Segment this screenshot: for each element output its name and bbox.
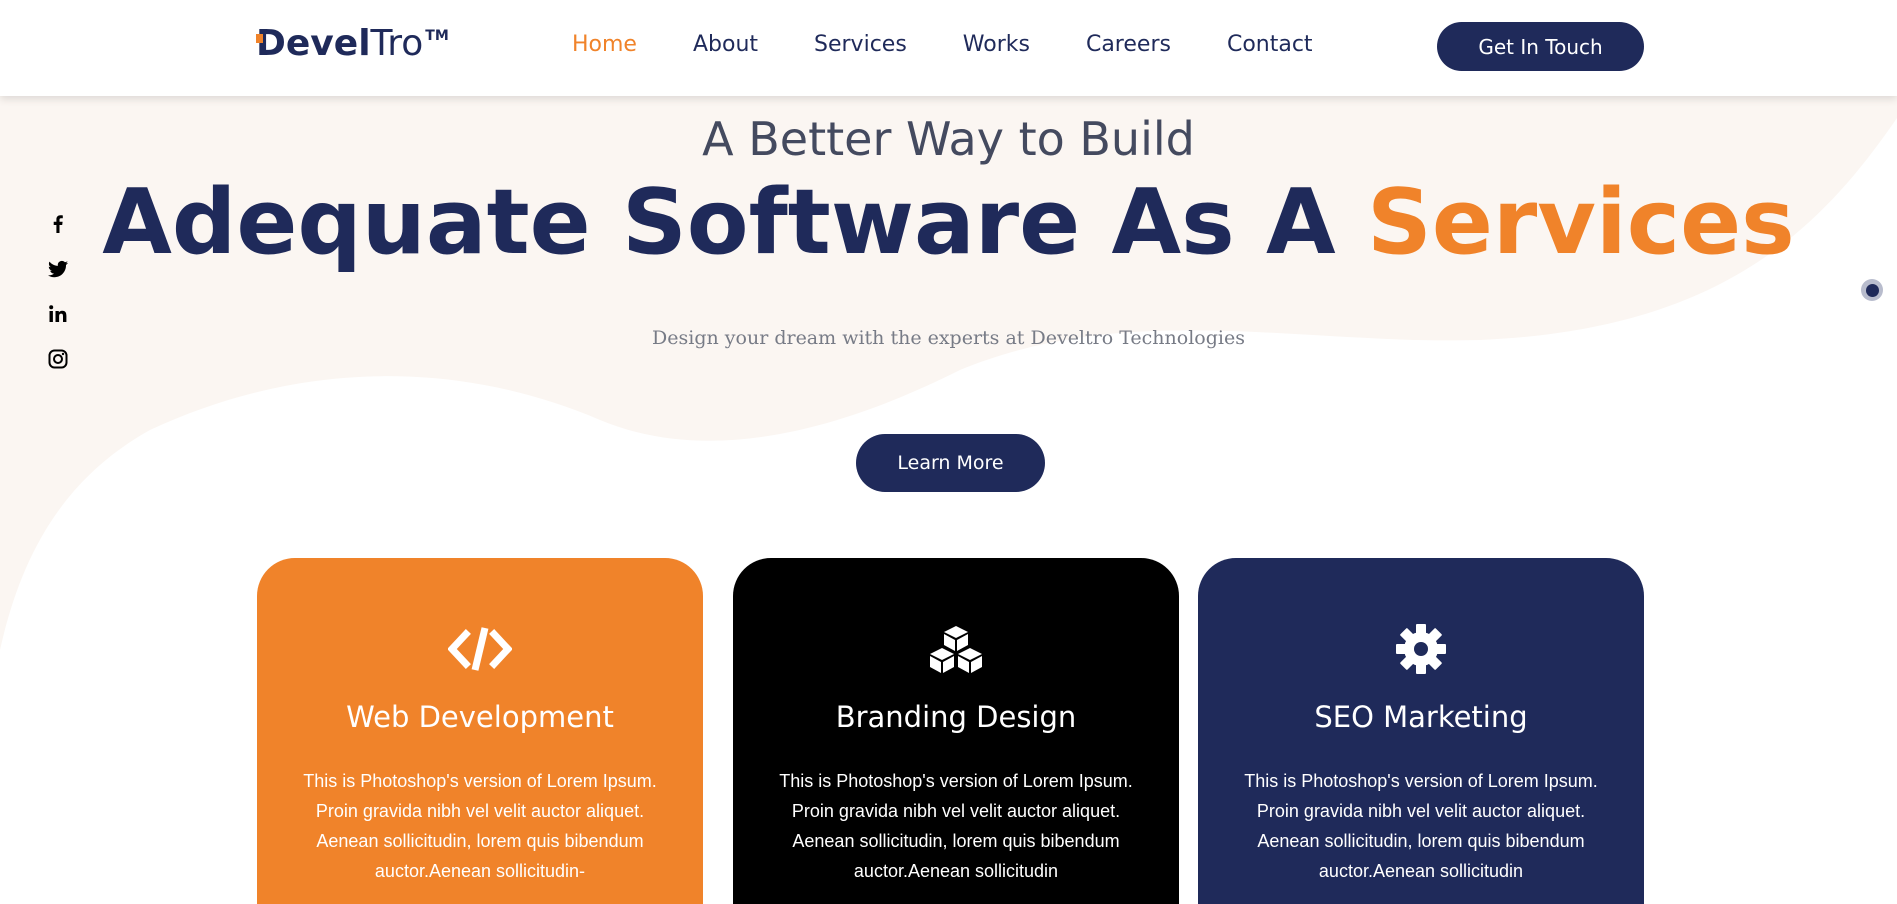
service-card-seo-marketing[interactable]: SEO Marketing This is Photoshop's versio… [1198, 558, 1644, 904]
hero-title: Adequate Software As A Services [0, 168, 1897, 278]
cubes-icon [930, 626, 982, 673]
nav-careers[interactable]: Careers [1086, 30, 1171, 60]
service-card-branding-design[interactable]: Branding Design This is Photoshop's vers… [733, 558, 1179, 904]
card-description: This is Photoshop's version of Lorem Ips… [779, 771, 1133, 881]
logo-letter-d: D [256, 23, 286, 64]
gear-icon [1396, 624, 1446, 674]
card-description: This is Photoshop's version of Lorem Ips… [1244, 771, 1598, 881]
develtro-logo[interactable]: Devel Tro TM [256, 24, 449, 64]
card-title: Web Development [346, 700, 614, 734]
logo-trademark: TM [425, 28, 449, 44]
facebook-icon[interactable] [46, 212, 70, 236]
instagram-icon[interactable] [46, 347, 70, 371]
nav-services[interactable]: Services [814, 30, 907, 60]
twitter-icon[interactable] [46, 257, 70, 281]
main-nav: Home About Services Works Careers Contac… [572, 30, 1369, 60]
hero-title-main: Adequate Software As A [102, 170, 1367, 275]
get-in-touch-button[interactable]: Get In Touch [1437, 22, 1644, 71]
logo-light-text: Tro [370, 23, 424, 64]
hero-description: Design your dream with the experts at De… [652, 327, 1245, 349]
nav-contact[interactable]: Contact [1227, 30, 1313, 60]
site-header: Devel Tro TM Home About Services Works Car… [0, 0, 1897, 96]
scroll-indicator[interactable] [1861, 279, 1883, 301]
card-title: SEO Marketing [1314, 700, 1528, 734]
code-icon [448, 627, 512, 671]
card-title: Branding Design [835, 700, 1077, 734]
nav-home[interactable]: Home [572, 30, 637, 60]
logo-bold-text: evel [285, 23, 371, 64]
service-card-web-development[interactable]: Web Development This is Photoshop's vers… [257, 558, 703, 904]
nav-about[interactable]: About [693, 30, 758, 60]
hero-title-accent: Services [1367, 170, 1795, 275]
card-description: This is Photoshop's version of Lorem Ips… [303, 771, 657, 881]
scroll-indicator-dot [1865, 283, 1879, 297]
nav-works[interactable]: Works [963, 30, 1030, 60]
hero-subtitle: A Better Way to Build [702, 112, 1195, 166]
learn-more-button[interactable]: Learn More [856, 434, 1045, 492]
linkedin-icon[interactable] [46, 302, 70, 326]
social-links [46, 212, 70, 392]
